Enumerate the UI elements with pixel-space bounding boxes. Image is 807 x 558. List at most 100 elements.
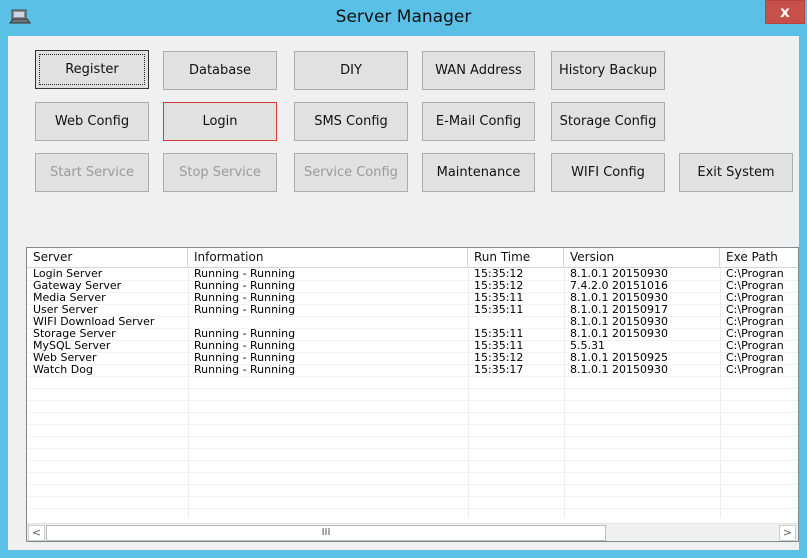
scroll-thumb[interactable]: III [46,525,606,541]
column-header-information[interactable]: Information [188,248,468,267]
column-header-version[interactable]: Version [564,248,720,267]
cell-exe-path: C:\Progran [726,352,784,364]
sms-config-button[interactable]: SMS Config [294,102,408,141]
cell-exe-path: C:\Progran [726,280,784,292]
wan-address-button[interactable]: WAN Address [422,51,535,90]
cell-run-time [468,316,564,328]
cell-server: WIFI Download Server [33,316,155,328]
maintenance-button[interactable]: Maintenance [422,153,535,192]
diy-button[interactable]: DIY [294,51,408,90]
cell-version: 8.1.0.1 20150930 [570,268,668,280]
list-header: Server Information Run Time Version Exe … [27,248,798,268]
cell-information: Running - Running [194,352,296,364]
login-button[interactable]: Login [163,102,277,141]
column-header-run-time[interactable]: Run Time [468,248,564,267]
column-header-exe-path[interactable]: Exe Path [720,248,798,267]
storage-config-button-label: Storage Config [559,114,657,129]
exit-system-button[interactable]: Exit System [679,153,793,192]
cell-exe-path: C:\Progran [726,316,784,328]
cell-server: MySQL Server [33,340,111,352]
cell-exe-path: C:\Progran [726,292,784,304]
register-button[interactable]: Register [35,50,149,89]
cell-information: Running - Running [194,364,296,376]
service-config-button-label: Service Config [304,165,398,180]
grid-hline [27,484,798,485]
diy-button-label: DIY [340,63,362,78]
wifi-config-button[interactable]: WIFI Config [551,153,665,192]
start-service-button: Start Service [35,153,149,192]
title-bar[interactable]: Server Manager x [0,0,807,36]
cell-information: Running - Running [194,268,296,280]
cell-exe-path: C:\Progran [726,328,784,340]
cell-server: Storage Server [33,328,116,340]
database-button-label: Database [188,63,252,78]
table-row[interactable]: Media Server Running - Running 15:35:11 8.1… [27,292,798,304]
cell-run-time: 15:35:11 [474,304,524,316]
history-backup-button[interactable]: History Backup [551,51,665,90]
cell-run-time: 15:35:17 [474,364,524,376]
table-row[interactable]: WIFI Download Server 8.1.0.1 20150930 C:\P… [27,316,798,328]
stop-service-button: Stop Service [163,153,277,192]
cell-exe-path: C:\Progran [726,364,784,376]
column-header-server[interactable]: Server [27,248,188,267]
wifi-config-button-label: WIFI Config [571,165,645,180]
scroll-right-arrow[interactable]: > [779,525,796,541]
cell-run-time: 15:35:11 [474,328,524,340]
cell-version: 7.4.2.0 20151016 [570,280,668,292]
cell-information: Running - Running [194,280,296,292]
cell-exe-path: C:\Progran [726,340,784,352]
cell-server: Watch Dog [33,364,93,376]
grid-hline [27,424,798,425]
grid-hline [27,400,798,401]
history-backup-button-label: History Backup [558,63,658,78]
cell-information: Running - Running [194,304,296,316]
server-manager-window: Server Manager x Register Database DIY W… [0,0,807,558]
cell-server: Web Server [33,352,97,364]
close-button[interactable]: x [765,0,805,24]
cell-information: Running - Running [194,292,296,304]
web-config-button[interactable]: Web Config [35,102,149,141]
grid-hline [27,448,798,449]
cell-version: 8.1.0.1 20150930 [570,292,668,304]
database-button[interactable]: Database [163,51,277,90]
cell-version: 8.1.0.1 20150930 [570,364,668,376]
grid-hline [27,436,798,437]
list-rows: Login Server Running - Running 15:35:12 8.1… [27,268,798,376]
table-row[interactable]: User Server Running - Running 15:35:11 8.1.… [27,304,798,316]
login-button-label: Login [202,114,238,129]
server-list-view[interactable]: Server Information Run Time Version Exe … [26,247,799,542]
grid-hline [27,472,798,473]
cell-version: 8.1.0.1 20150930 [570,316,668,328]
horizontal-scrollbar[interactable]: < III > [27,523,798,541]
scroll-left-arrow[interactable]: < [28,525,45,541]
cell-version: 8.1.0.1 20150925 [570,352,668,364]
table-row[interactable]: Gateway Server Running - Running 15:35:12 7… [27,280,798,292]
cell-version: 8.1.0.1 20150917 [570,304,668,316]
grid-hline [27,496,798,497]
table-row[interactable]: Watch Dog Running - Running 15:35:17 8.1.0.… [27,364,798,376]
cell-information: Running - Running [194,340,296,352]
table-row[interactable]: Storage Server Running - Running 15:35:11 8… [27,328,798,340]
table-row[interactable]: Login Server Running - Running 15:35:12 8.1… [27,268,798,280]
cell-run-time: 15:35:12 [474,352,524,364]
stop-service-button-label: Stop Service [179,165,261,180]
exit-system-button-label: Exit System [697,165,775,180]
grid-hline [27,508,798,509]
cell-server: Login Server [33,268,103,280]
email-config-button[interactable]: E-Mail Config [422,102,535,141]
maintenance-button-label: Maintenance [436,165,521,180]
table-row[interactable]: Web Server Running - Running 15:35:12 8.1.0… [27,352,798,364]
wan-address-button-label: WAN Address [435,63,522,78]
cell-exe-path: C:\Progran [726,304,784,316]
cell-version: 5.5.31 [570,340,605,352]
cell-information [188,316,468,328]
storage-config-button[interactable]: Storage Config [551,102,665,141]
cell-run-time: 15:35:11 [474,340,524,352]
cell-version: 8.1.0.1 20150930 [570,328,668,340]
cell-run-time: 15:35:12 [474,268,524,280]
table-row[interactable]: MySQL Server Running - Running 15:35:11 5.5… [27,340,798,352]
grid-hline [27,388,798,389]
web-config-button-label: Web Config [54,114,130,129]
grid-hline [27,412,798,413]
grid-hline [27,460,798,461]
